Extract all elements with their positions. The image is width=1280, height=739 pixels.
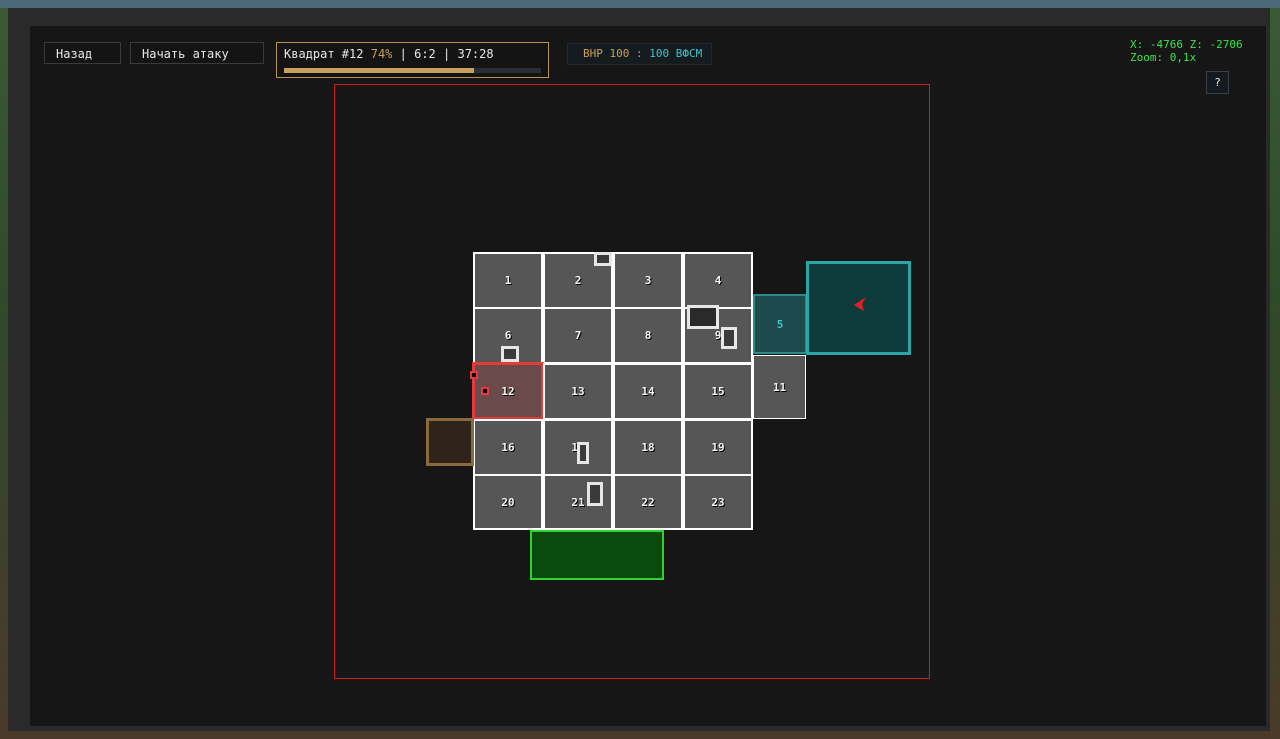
- square-status-panel: Квадрат #12 74% | 6:2 | 37:28: [276, 42, 549, 78]
- structure-marker-icon: [501, 346, 519, 362]
- capture-progress-fill: [284, 68, 475, 73]
- grid-cell[interactable]: 15: [683, 363, 753, 420]
- square-coords: 6:2: [414, 47, 436, 61]
- grid-cell-allied[interactable]: 5: [753, 294, 807, 354]
- square-timer: 37:28: [457, 47, 494, 61]
- grid-cell[interactable]: 4: [683, 252, 753, 309]
- bhp-separator: :: [629, 47, 650, 60]
- grid-cell[interactable]: 1: [473, 252, 543, 309]
- grid-cell[interactable]: 8: [613, 307, 683, 364]
- grid-cell[interactable]: 13: [543, 363, 613, 420]
- bhp-left-value: ВНР 100: [583, 47, 630, 60]
- grid-cell[interactable]: 20: [473, 474, 543, 530]
- grid-cell[interactable]: 7: [543, 307, 613, 364]
- structure-marker-icon: [594, 252, 612, 266]
- square-sep: |: [392, 47, 415, 61]
- grid-cell[interactable]: 19: [683, 419, 753, 476]
- structure-marker-icon: [721, 327, 737, 349]
- grid-cell[interactable]: 16: [473, 419, 543, 476]
- help-button[interactable]: ?: [1206, 71, 1229, 94]
- player-arrow-icon: [854, 297, 866, 311]
- world-background: [0, 0, 1280, 8]
- square-status-text: Квадрат #12 74% | 6:2 | 37:28: [284, 47, 494, 61]
- back-button[interactable]: Назад: [44, 42, 121, 64]
- grid-cell[interactable]: 14: [613, 363, 683, 420]
- start-attack-button[interactable]: Начать атаку: [130, 42, 264, 64]
- structure-marker-icon: [577, 442, 589, 464]
- enemy-marker-icon: [481, 387, 489, 395]
- neutral-zone[interactable]: [426, 418, 474, 466]
- spawn-zone[interactable]: [530, 530, 664, 580]
- square-sep: |: [435, 47, 458, 61]
- grid-cell[interactable]: 22: [613, 474, 683, 530]
- coordinates-readout: X: -4766 Z: -2706 Zoom: 0,1x: [1130, 38, 1243, 64]
- square-percent: 74%: [370, 47, 393, 61]
- grid-cell[interactable]: 18: [613, 419, 683, 476]
- grid-cell[interactable]: 3: [613, 252, 683, 309]
- allied-base-zone[interactable]: [806, 261, 911, 355]
- enemy-marker-icon: [470, 371, 478, 379]
- bhp-right-value: 100 ВФСМ: [649, 47, 703, 60]
- grid-cell[interactable]: 23: [683, 474, 753, 530]
- coords-zoom: Zoom: 0,1x: [1130, 51, 1197, 64]
- grid-cell[interactable]: 11: [753, 355, 806, 419]
- square-title: Квадрат #12: [284, 47, 364, 61]
- coords-position: X: -4766 Z: -2706: [1130, 38, 1243, 51]
- bhp-indicator: ВНР 100 : 100 ВФСМ: [567, 43, 712, 65]
- capture-progress-bar: [284, 68, 541, 73]
- structure-marker-icon: [687, 305, 719, 329]
- structure-marker-icon: [587, 482, 603, 506]
